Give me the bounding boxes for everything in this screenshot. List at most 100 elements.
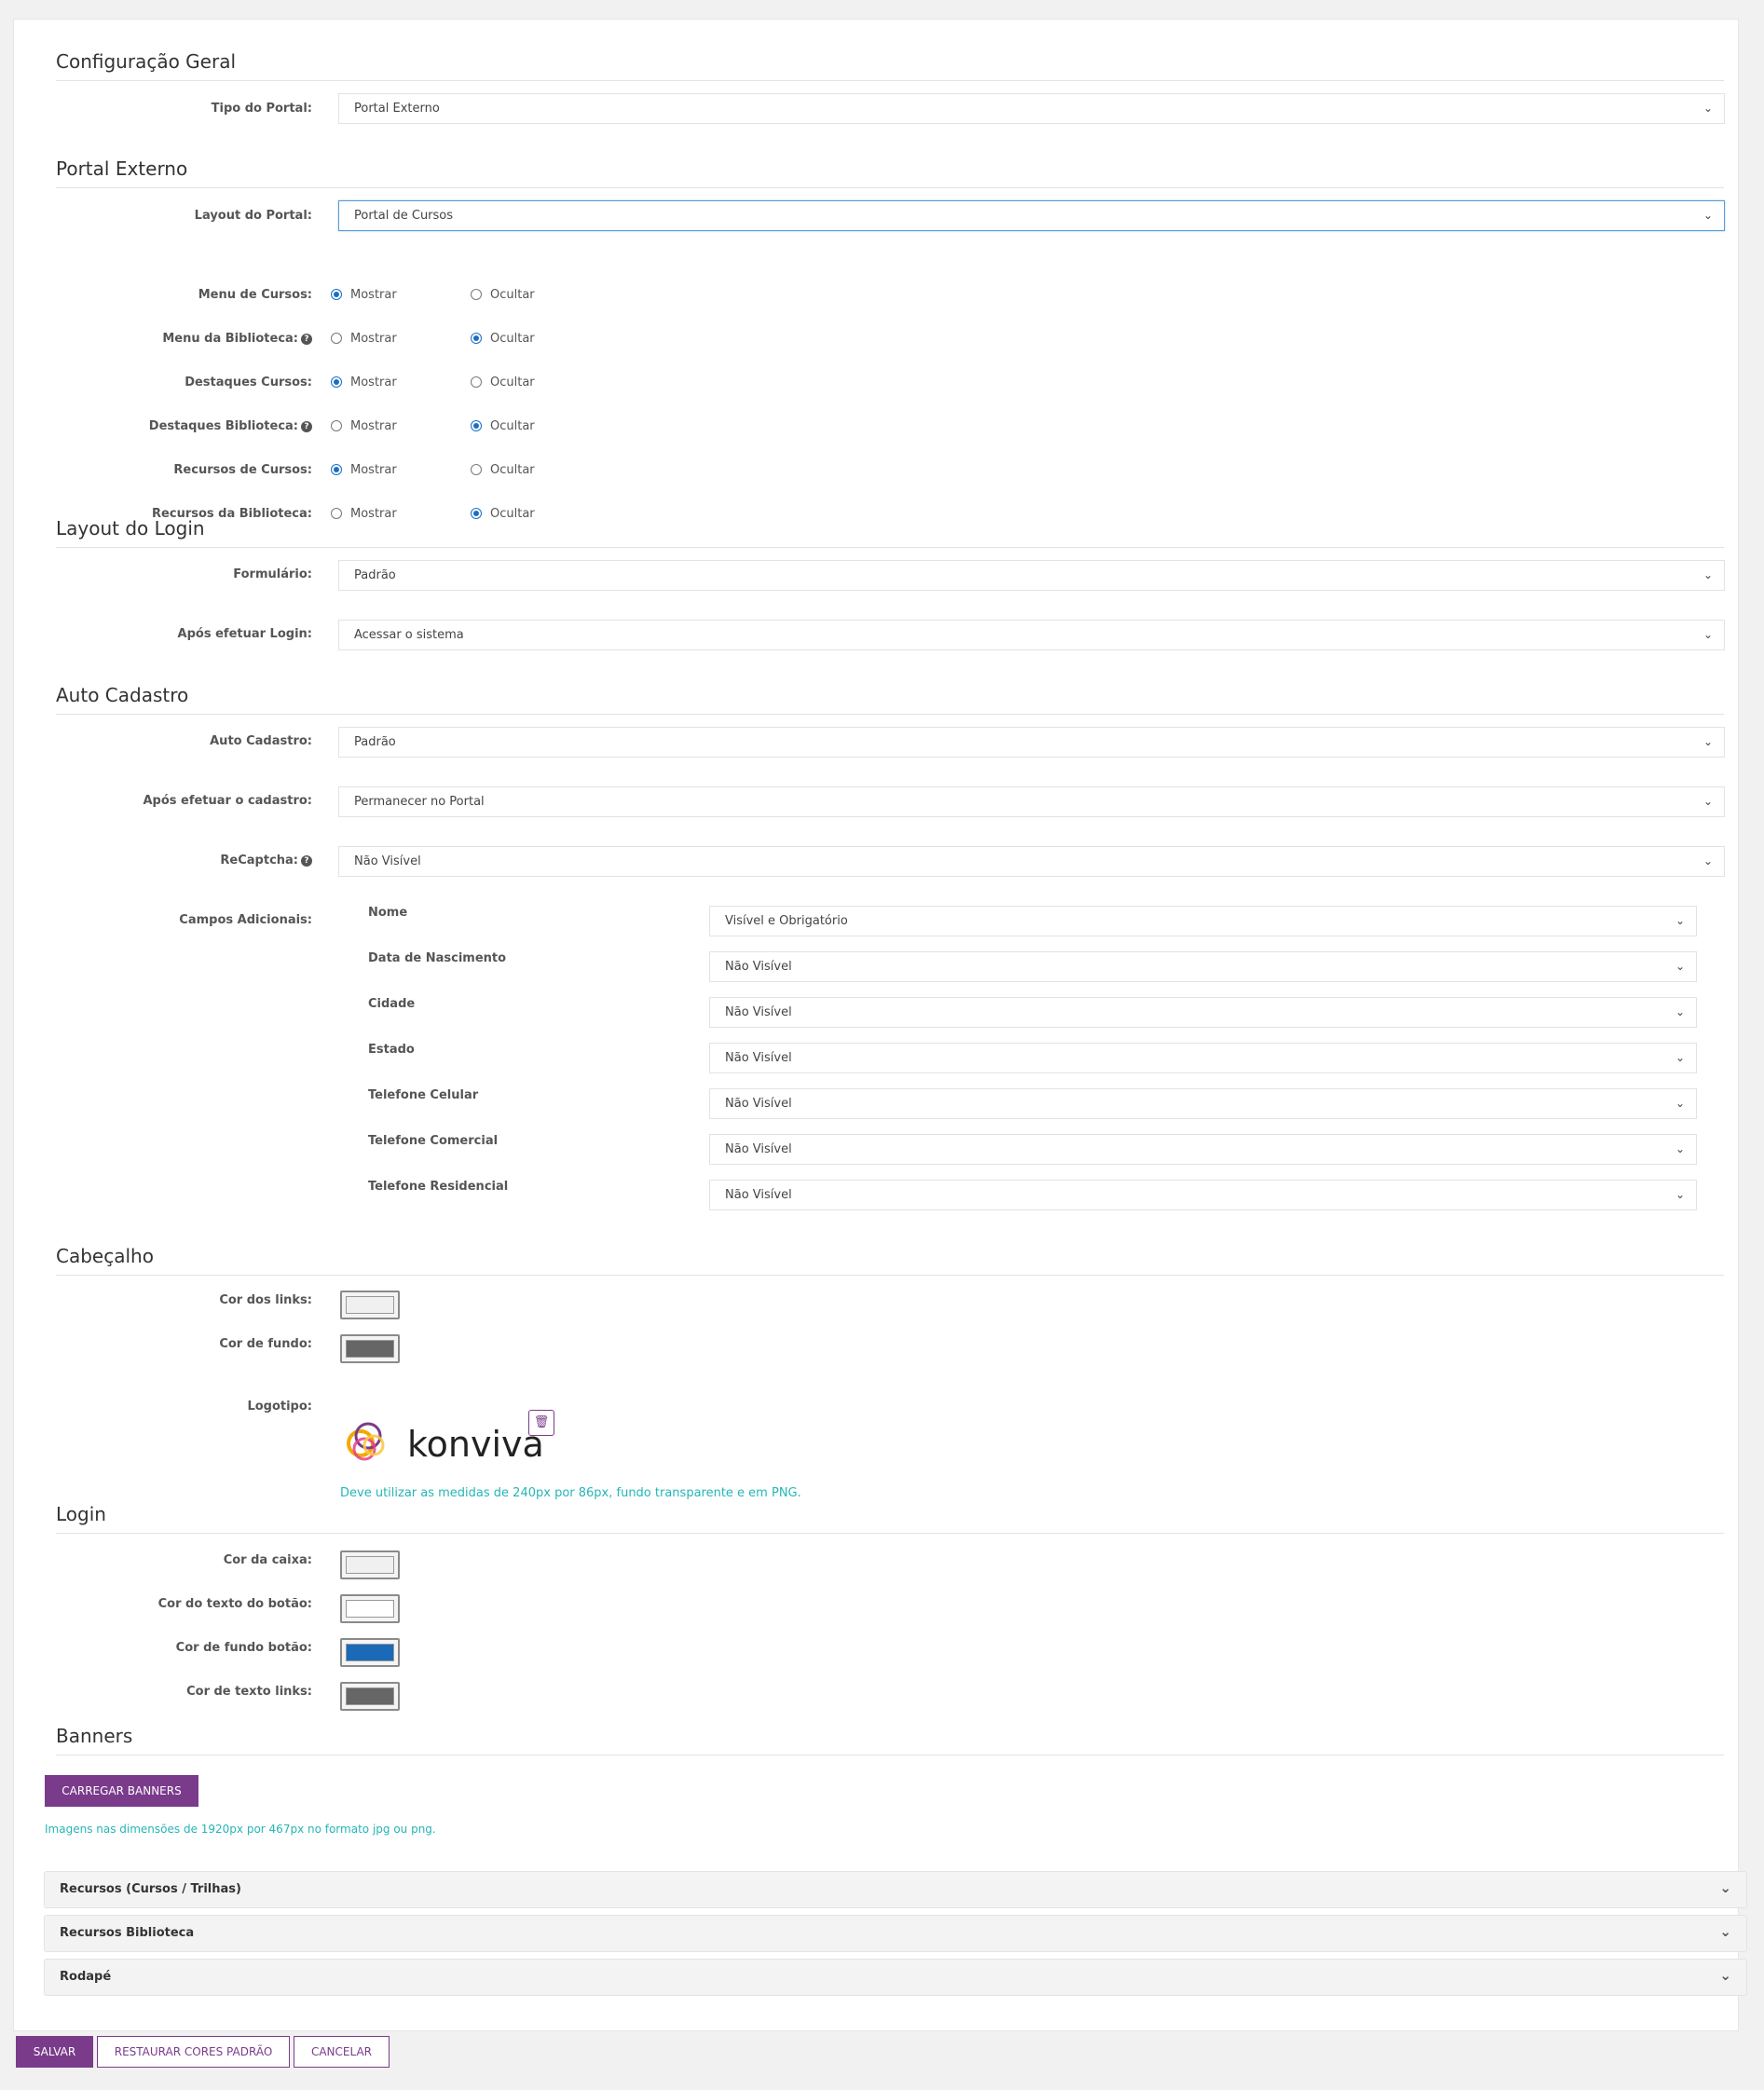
radio-ocultar[interactable]: Ocultar: [471, 418, 535, 435]
help-icon[interactable]: ?: [301, 334, 312, 345]
radio-dot-icon: [471, 464, 482, 475]
layout-portal-select[interactable]: Portal de Cursos ⌄: [338, 200, 1725, 231]
chevron-down-icon: ⌄: [1675, 1142, 1685, 1155]
toggle-label: Menu da Biblioteca:?: [56, 331, 312, 348]
cor-texto-links-swatch[interactable]: [340, 1682, 400, 1711]
chevron-down-icon: ⌄: [1719, 1967, 1731, 1984]
apos-login-value: Acessar o sistema: [354, 628, 464, 642]
campo-value: Não Visível: [725, 1005, 792, 1019]
accordion-title: Rodapé: [60, 1970, 112, 1984]
chevron-down-icon: ⌄: [1702, 735, 1713, 748]
cor-links-label: Cor dos links:: [219, 1293, 312, 1307]
formulario-select[interactable]: Padrão ⌄: [338, 560, 1725, 591]
campo-select[interactable]: Não Visível ⌄: [709, 951, 1697, 982]
apos-login-select[interactable]: Acessar o sistema ⌄: [338, 620, 1725, 650]
tipo-portal-label: Tipo do Portal:: [211, 102, 312, 116]
radio-mostrar[interactable]: Mostrar: [331, 331, 397, 348]
settings-panel: Configuração Geral Tipo do Portal: Porta…: [13, 19, 1747, 2031]
radio-label: Ocultar: [490, 332, 535, 346]
trash-icon[interactable]: 🗑: [528, 1410, 554, 1436]
radio-ocultar[interactable]: Ocultar: [471, 287, 535, 304]
campo-value: Não Visível: [725, 1051, 792, 1065]
tipo-portal-select[interactable]: Portal Externo ⌄: [338, 93, 1725, 124]
chevron-down-icon: ⌄: [1702, 854, 1713, 867]
recaptcha-select[interactable]: Não Visível ⌄: [338, 846, 1725, 877]
radio-dot-icon: [471, 420, 482, 431]
campos-adicionais-label: Campos Adicionais:: [179, 913, 312, 927]
help-icon[interactable]: ?: [301, 855, 312, 867]
cor-texto-botao-label: Cor do texto do botão:: [157, 1597, 312, 1611]
chevron-down-icon: ⌄: [1675, 1097, 1685, 1110]
campo-select[interactable]: Não Visível ⌄: [709, 1180, 1697, 1210]
campo-select[interactable]: Não Visível ⌄: [709, 1134, 1697, 1165]
radio-label: Ocultar: [490, 419, 535, 433]
accordion-rodape[interactable]: Rodapé ⌄: [44, 1959, 1747, 1996]
section-title-portal-externo: Portal Externo: [56, 157, 1724, 188]
campo-select[interactable]: Não Visível ⌄: [709, 997, 1697, 1028]
radio-mostrar[interactable]: Mostrar: [331, 462, 397, 479]
banners-hint: Imagens nas dimensões de 1920px por 467p…: [45, 1823, 436, 1836]
radio-dot-icon: [471, 289, 482, 300]
radio-mostrar[interactable]: Mostrar: [331, 375, 397, 391]
chevron-down-icon: ⌄: [1702, 795, 1713, 808]
chevron-down-icon: ⌄: [1675, 1005, 1685, 1018]
radio-label: Mostrar: [350, 288, 397, 302]
campo-value: Não Visível: [725, 1142, 792, 1156]
cor-caixa-swatch[interactable]: [340, 1550, 400, 1579]
chevron-down-icon: ⌄: [1702, 209, 1713, 222]
save-button[interactable]: SALVAR: [16, 2036, 93, 2068]
formulario-value: Padrão: [354, 568, 396, 582]
radio-label: Mostrar: [350, 419, 397, 433]
radio-label: Ocultar: [490, 376, 535, 389]
cor-texto-botao-swatch[interactable]: [340, 1594, 400, 1623]
campo-name: Telefone Comercial: [368, 1134, 499, 1148]
radio-dot-icon: [331, 289, 342, 300]
section-title-auto-cadastro: Auto Cadastro: [56, 684, 1724, 715]
campo-value: Visível e Obrigatório: [725, 914, 848, 928]
layout-portal-value: Portal de Cursos: [354, 209, 454, 223]
campo-name: Data de Nascimento: [368, 951, 507, 965]
campo-value: Não Visível: [725, 1097, 792, 1111]
color-preview: [346, 1687, 394, 1705]
cor-links-swatch[interactable]: [340, 1291, 400, 1319]
campo-select[interactable]: Visível e Obrigatório ⌄: [709, 906, 1697, 936]
section-title-geral: Configuração Geral: [56, 50, 1724, 81]
color-preview: [346, 1600, 394, 1618]
radio-dot-icon: [331, 420, 342, 431]
cor-fundo-botao-swatch[interactable]: [340, 1638, 400, 1667]
campo-name: Telefone Celular: [368, 1088, 479, 1102]
auto-cadastro-select[interactable]: Padrão ⌄: [338, 727, 1725, 758]
cancel-button[interactable]: CANCELAR: [294, 2036, 390, 2068]
formulario-label: Formulário:: [233, 567, 312, 581]
radio-mostrar[interactable]: Mostrar: [331, 418, 397, 435]
chevron-down-icon: ⌄: [1719, 1879, 1731, 1896]
color-preview: [346, 1556, 394, 1574]
campo-name: Estado: [368, 1043, 415, 1057]
radio-ocultar[interactable]: Ocultar: [471, 331, 535, 348]
campo-select[interactable]: Não Visível ⌄: [709, 1088, 1697, 1119]
cor-fundo-botao-label: Cor de fundo botão:: [175, 1641, 312, 1655]
radio-ocultar[interactable]: Ocultar: [471, 375, 535, 391]
carregar-banners-button[interactable]: CARREGAR BANNERS: [45, 1775, 198, 1807]
radio-dot-icon: [331, 376, 342, 388]
section-title-banners: Banners: [56, 1725, 1724, 1755]
campo-select[interactable]: Não Visível ⌄: [709, 1043, 1697, 1073]
radio-label: Ocultar: [490, 288, 535, 302]
chevron-down-icon: ⌄: [1675, 960, 1685, 973]
campo-value: Não Visível: [725, 960, 792, 974]
logotipo-label: Logotipo:: [247, 1400, 312, 1414]
color-preview: [346, 1340, 394, 1358]
radio-mostrar[interactable]: Mostrar: [331, 287, 397, 304]
restore-colors-button[interactable]: RESTAURAR CORES PADRÃO: [97, 2036, 290, 2068]
accordion-recursos-cursos[interactable]: Recursos (Cursos / Trilhas) ⌄: [44, 1871, 1747, 1908]
apos-cadastro-select[interactable]: Permanecer no Portal ⌄: [338, 786, 1725, 817]
toggle-label: Menu de Cursos:: [56, 287, 312, 304]
chevron-down-icon: ⌄: [1702, 102, 1713, 115]
help-icon[interactable]: ?: [301, 421, 312, 432]
layout-portal-label: Layout do Portal:: [194, 209, 312, 223]
apos-cadastro-label: Após efetuar o cadastro:: [143, 794, 312, 808]
accordion-recursos-biblioteca[interactable]: Recursos Biblioteca ⌄: [44, 1915, 1747, 1952]
radio-ocultar[interactable]: Ocultar: [471, 462, 535, 479]
color-preview: [346, 1296, 394, 1314]
cor-fundo-swatch[interactable]: [340, 1334, 400, 1363]
